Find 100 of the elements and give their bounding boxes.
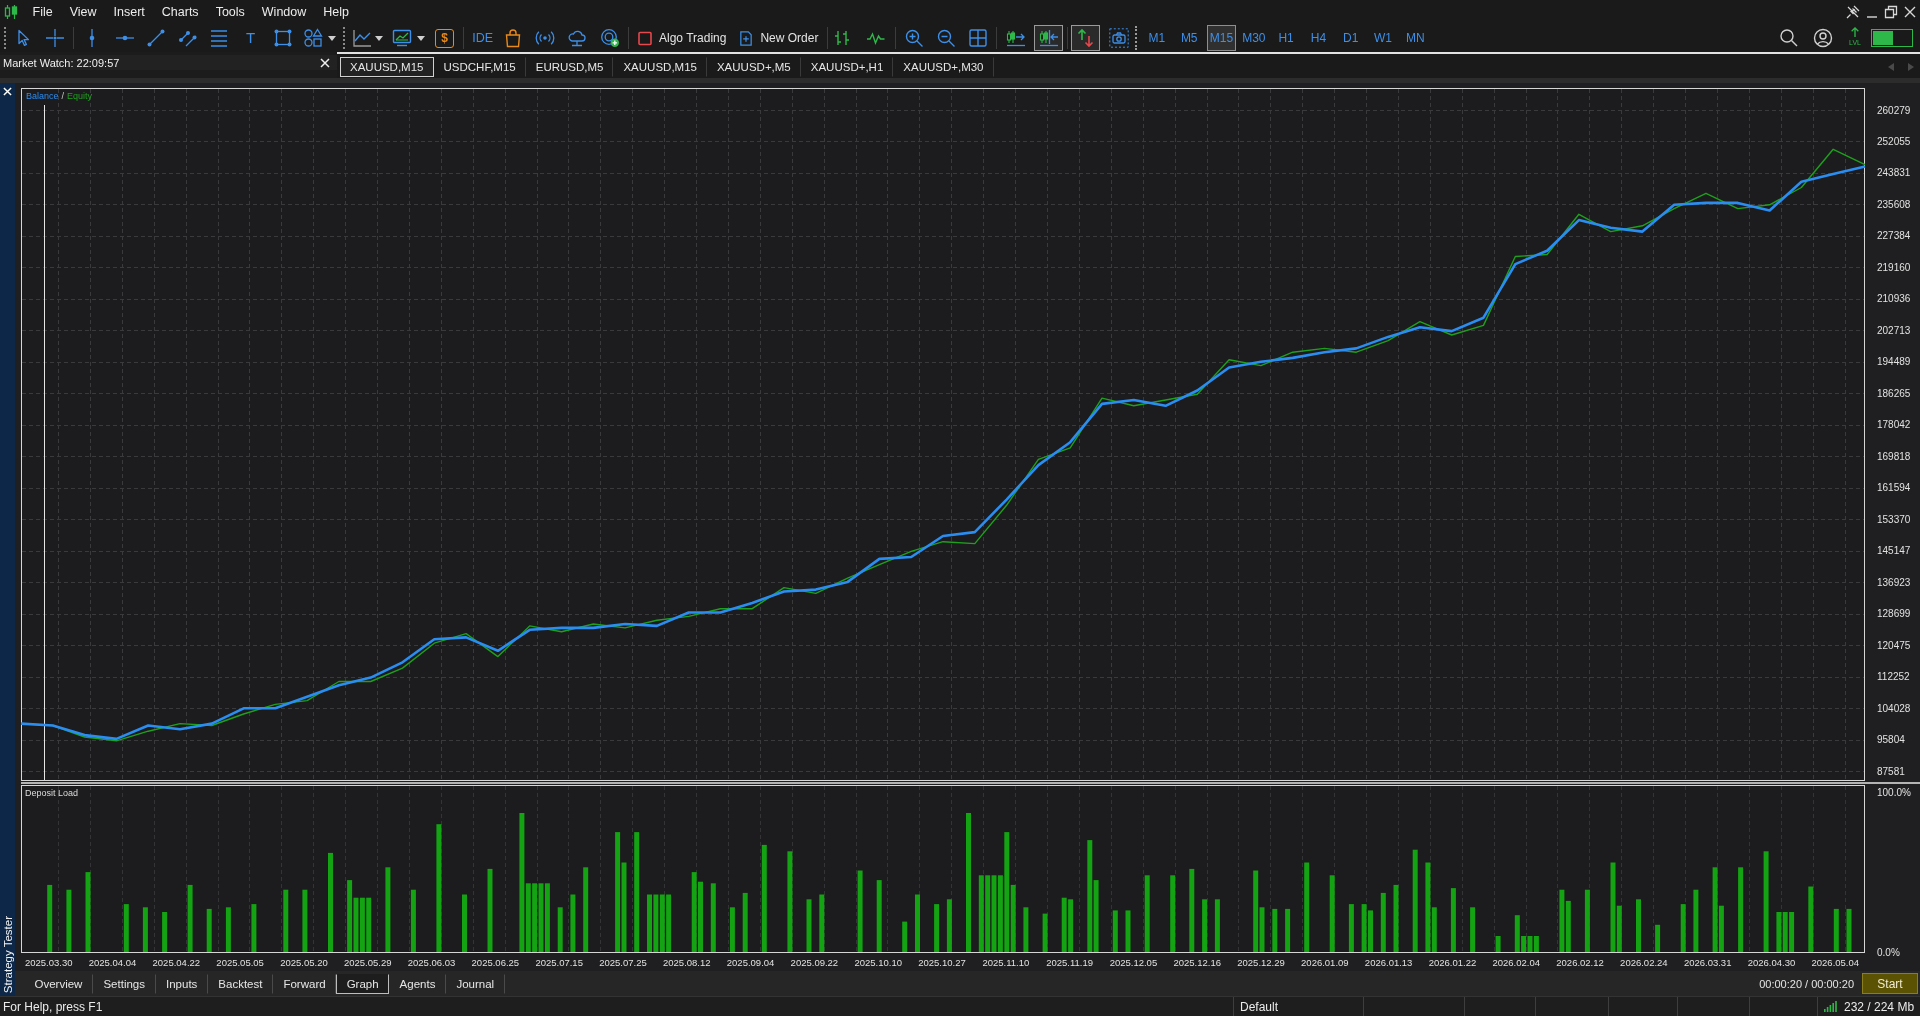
timeframe-tab[interactable]: H1	[1271, 25, 1301, 51]
load-bar	[806, 899, 812, 952]
chart-tab[interactable]: XAUUSD+,M30	[893, 56, 994, 77]
chart-tab[interactable]: XAUUSD,M15	[613, 56, 707, 77]
timeframe-tab[interactable]: M15	[1207, 25, 1236, 51]
signal-bars-icon	[1824, 1001, 1837, 1012]
close-icon[interactable]	[1903, 5, 1917, 19]
search-icon[interactable]	[1779, 28, 1799, 48]
x-axis-label: 2025.12.05	[1109, 957, 1158, 968]
tester-tab[interactable]: Inputs	[155, 973, 208, 994]
grid-icon[interactable]	[968, 28, 989, 48]
elapsed-time: 00:00:20 / 00:00:20	[1759, 977, 1854, 990]
y-axis-label: 136923	[1877, 576, 1911, 588]
rings-plus-icon[interactable]	[600, 28, 620, 48]
load-bar	[742, 892, 748, 952]
tester-tab[interactable]: Agents	[389, 973, 446, 994]
new-order-button[interactable]: New Order	[739, 27, 819, 49]
line-chart-icon[interactable]	[352, 28, 373, 48]
y-axis-label: 186265	[1877, 387, 1911, 399]
menu-item[interactable]: Insert	[105, 2, 154, 22]
load-bar	[1833, 908, 1839, 952]
tester-tab[interactable]: Journal	[445, 973, 505, 994]
menu-item[interactable]: Tools	[207, 2, 254, 22]
caret-icon[interactable]	[417, 35, 426, 41]
pin-icon[interactable]	[1846, 5, 1860, 19]
tester-tab[interactable]: Settings	[92, 973, 156, 994]
start-button[interactable]: Start	[1862, 973, 1918, 994]
caret-icon[interactable]	[328, 35, 337, 41]
tester-tab[interactable]: Backtest	[207, 973, 273, 994]
toolbar-toggle[interactable]	[1071, 25, 1101, 51]
restore-icon[interactable]	[1884, 5, 1898, 19]
document-plus-icon	[739, 30, 754, 46]
load-bar	[915, 894, 920, 952]
x-axis-label: 2026.01.13	[1364, 957, 1413, 968]
y-axis-label: 219160	[1877, 261, 1911, 273]
y-axis-label: 252055	[1877, 136, 1911, 147]
zoom-in-icon[interactable]	[904, 28, 925, 48]
x-axis-label: 2025.06.03	[407, 957, 456, 968]
chart-tab[interactable]: USDCHF,M15	[433, 56, 526, 77]
cloud-icon[interactable]	[567, 28, 587, 48]
x-axis-label: 2026.02.12	[1556, 957, 1604, 968]
channel-icon[interactable]	[178, 28, 198, 48]
tester-tab[interactable]: Overview	[24, 973, 93, 994]
chart-tab[interactable]: EURUSD,M5	[525, 56, 614, 77]
horizontal-lines-icon[interactable]	[209, 28, 229, 48]
load-bar	[206, 908, 212, 952]
meter-icon	[1871, 29, 1913, 47]
timeframe-tab[interactable]: H4	[1303, 25, 1333, 51]
timeframe-tab[interactable]: W1	[1368, 25, 1398, 51]
chart-tab[interactable]: XAUUSD+,H1	[800, 56, 894, 77]
y-axis-label: 87581	[1877, 765, 1905, 777]
zoom-out-icon[interactable]	[936, 28, 957, 48]
y-axis-label: 128699	[1877, 608, 1911, 620]
x-axis-label: 2026.03.31	[1683, 957, 1732, 968]
shopping-bag-icon[interactable]	[503, 28, 523, 48]
load-bar	[1636, 899, 1641, 952]
timeframe-tab[interactable]: M1	[1142, 25, 1172, 51]
panel-title: Strategy Tester	[0, 915, 15, 993]
timeframe-tab[interactable]: MN	[1400, 25, 1430, 51]
chart-tab[interactable]: XAUUSD,M15	[340, 56, 434, 77]
load-bar	[462, 894, 467, 952]
menu-item[interactable]: Help	[314, 2, 358, 22]
dollar-button[interactable]: $	[435, 28, 455, 48]
load-bar	[1202, 899, 1208, 952]
x-axis-label: 2025.12.16	[1173, 957, 1221, 968]
x-axis-label: 2025.11.10	[982, 957, 1030, 968]
y-axis-label: 169818	[1877, 450, 1911, 462]
algo-trading-button[interactable]: Algo Trading	[638, 27, 727, 49]
tester-tab[interactable]: Graph	[336, 973, 390, 994]
user-icon[interactable]	[1813, 28, 1833, 48]
menu-item[interactable]: File	[24, 2, 62, 22]
y-axis-label: 112252	[1877, 671, 1910, 683]
text-tool-button[interactable]: T	[246, 27, 256, 49]
radio-waves-icon[interactable]	[535, 28, 555, 48]
menu-item[interactable]: Charts	[153, 2, 208, 22]
menu-item[interactable]: View	[61, 2, 106, 22]
status-text: For Help, press F1	[2, 999, 104, 1014]
x-axis-label: 2025.05.20	[280, 957, 328, 968]
load-bar	[1272, 908, 1278, 952]
x-axis-label: 2025.04.22	[152, 957, 201, 968]
ide-button[interactable]: IDE	[472, 27, 493, 49]
toolbar-toggle[interactable]	[1034, 25, 1064, 51]
menu-item[interactable]: Window	[253, 2, 315, 22]
monitor-chart-icon[interactable]	[392, 28, 413, 48]
timeframe-tab[interactable]: D1	[1336, 25, 1366, 51]
shapes-icon[interactable]	[303, 28, 324, 48]
load-bar	[1495, 936, 1501, 952]
crosshair-icon[interactable]	[45, 28, 65, 48]
timeframe-tab[interactable]: M5	[1174, 25, 1204, 51]
caret-icon[interactable]	[375, 35, 384, 41]
chart-tab[interactable]: XAUUSD+,M5	[706, 56, 801, 77]
trend-line-icon[interactable]	[146, 28, 166, 48]
timeframe-tab[interactable]: M30	[1239, 25, 1269, 51]
y-axis-label: 202713	[1877, 324, 1911, 336]
load-bar	[902, 921, 908, 952]
camera-icon[interactable]	[1109, 28, 1130, 48]
y-axis-label: 235608	[1877, 198, 1911, 210]
load-bar	[1348, 904, 1354, 952]
y-axis-label: 243831	[1877, 167, 1911, 179]
rectangle-icon[interactable]	[273, 28, 294, 48]
